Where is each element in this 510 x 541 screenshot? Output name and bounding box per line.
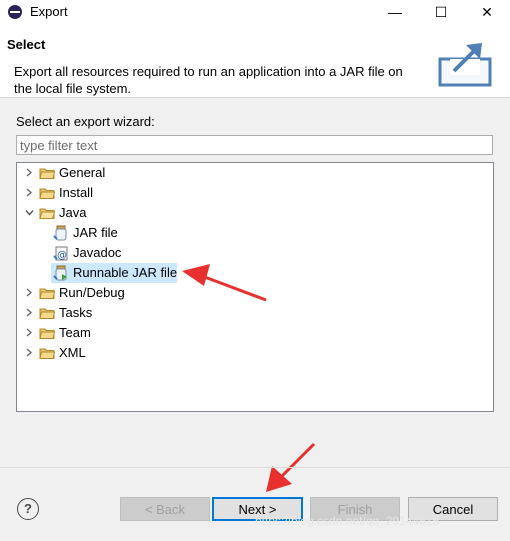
tree-item-java[interactable]: Java (21, 203, 141, 223)
tree-item-jar-file[interactable]: JAR file (51, 223, 161, 243)
folder-open-icon (39, 208, 55, 219)
tree-item-label: JAR file (73, 225, 118, 240)
svg-text:@: @ (57, 250, 67, 261)
annotation-arrow-icon (182, 264, 267, 302)
help-button[interactable]: ? (17, 498, 39, 520)
button-bar-divider (0, 467, 510, 468)
folder-icon (39, 308, 55, 319)
folder-icon (39, 328, 55, 339)
tree-item-label: Install (59, 185, 93, 200)
tree-item-label: Java (59, 205, 87, 220)
tree-item-tasks[interactable]: Tasks (21, 303, 141, 323)
chevron-right-icon[interactable] (25, 308, 34, 317)
maximize-button[interactable]: ☐ (418, 0, 464, 25)
chevron-right-icon[interactable] (25, 348, 34, 357)
tree-item-label: Javadoc (73, 245, 122, 260)
tree-item-team[interactable]: Team (21, 323, 141, 343)
javadoc-icon: @ (53, 246, 68, 261)
tree-item-runnable-jar-file[interactable]: Runnable JAR file (51, 263, 177, 283)
eclipse-icon (8, 5, 22, 19)
tree-item-xml[interactable]: XML (21, 343, 141, 363)
tree-item-label: Run/Debug (59, 285, 125, 300)
close-button[interactable]: ✕ (464, 0, 510, 25)
wizard-list-label: Select an export wizard: (16, 114, 155, 129)
page-title: Select (7, 37, 46, 52)
tree-item-javadoc[interactable]: @ Javadoc (51, 243, 161, 263)
runnable-jar-icon (53, 265, 67, 281)
tree-item-label: Tasks (59, 305, 93, 320)
tree-item-label: Team (59, 325, 91, 340)
title-bar: Export — ☐ ✕ (0, 0, 510, 25)
folder-icon (39, 348, 55, 359)
tree-item-label: Runnable JAR file (73, 265, 178, 280)
minimize-button[interactable]: — (372, 0, 418, 25)
chevron-down-icon[interactable] (25, 208, 34, 217)
page-description: Export all resources required to run an … (14, 64, 403, 96)
jar-icon (53, 225, 67, 241)
tree-item-general[interactable]: General (21, 163, 141, 183)
annotation-arrow-icon (266, 442, 316, 492)
folder-icon (39, 188, 55, 199)
chevron-right-icon[interactable] (25, 288, 34, 297)
chevron-right-icon[interactable] (25, 168, 34, 177)
chevron-right-icon[interactable] (25, 328, 34, 337)
tree-item-label: General (59, 165, 106, 180)
filter-input[interactable] (16, 135, 493, 155)
wizard-header: Select Export all resources required to … (0, 25, 510, 98)
tree-item-install[interactable]: Install (21, 183, 141, 203)
chevron-right-icon[interactable] (25, 188, 34, 197)
tree-item-run-debug[interactable]: Run/Debug (21, 283, 141, 303)
watermark-text: https://blog.csdn.net/qq_29144615 (255, 514, 440, 528)
back-button[interactable]: < Back (120, 497, 210, 521)
tree-item-label: XML (59, 345, 86, 360)
window-title: Export (30, 4, 68, 19)
folder-icon (39, 168, 55, 179)
export-wizard-icon (438, 43, 492, 87)
folder-icon (39, 288, 55, 299)
